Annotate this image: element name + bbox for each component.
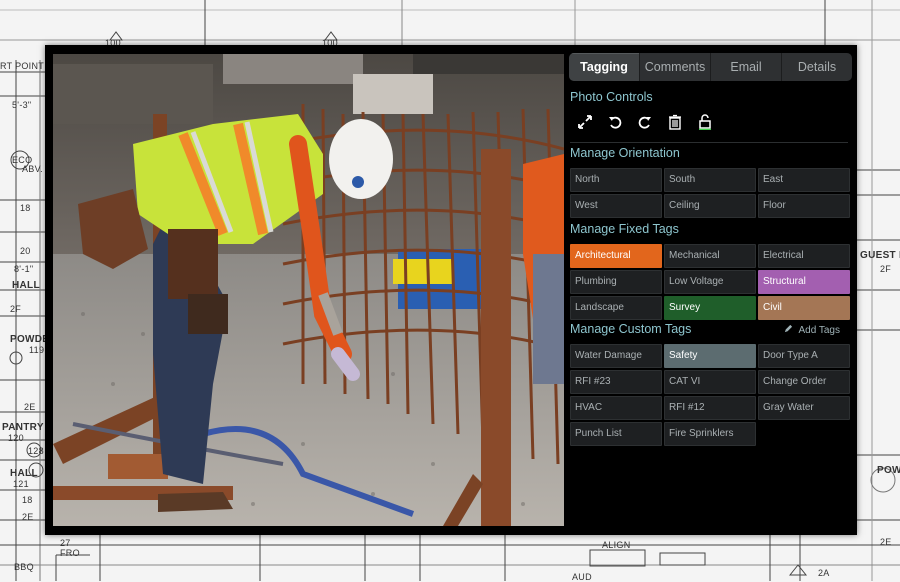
blueprint-label: HALL — [10, 468, 38, 479]
blueprint-label: RT POINT — [0, 61, 45, 71]
tab-comments[interactable]: Comments — [640, 53, 711, 81]
tag-mechanical[interactable]: Mechanical — [664, 244, 756, 268]
blueprint-label: GUEST F — [860, 250, 900, 261]
tab-details[interactable]: Details — [782, 53, 852, 81]
blueprint-label: 20 — [20, 246, 31, 256]
blueprint-label: HALL — [12, 280, 40, 291]
blueprint-label: 2A — [818, 568, 830, 578]
photo-controls-toolbar — [570, 113, 852, 131]
blueprint-label: 18 — [20, 203, 31, 213]
orientation-grid: North South East West Ceiling Floor — [570, 168, 852, 218]
blueprint-label: BBQ — [14, 562, 34, 572]
blueprint-label: 119 — [29, 345, 45, 355]
blueprint-label: 8'-1" — [14, 264, 34, 274]
tab-tagging[interactable]: Tagging — [569, 53, 640, 81]
blueprint-label: 2F — [10, 304, 22, 314]
orientation-ceiling[interactable]: Ceiling — [664, 194, 756, 218]
photo-tagging-window: Tagging Comments Email Details Photo Con… — [45, 45, 857, 535]
blueprint-label: 5'-3" — [12, 100, 32, 110]
trash-icon[interactable] — [666, 113, 684, 131]
blueprint-label: POW — [877, 465, 900, 476]
blueprint-label: 2E — [880, 537, 892, 547]
blueprint-label: 120 — [8, 433, 24, 443]
tag-low-voltage[interactable]: Low Voltage — [664, 270, 756, 294]
tab-email[interactable]: Email — [711, 53, 782, 81]
custom-tags-section: Manage Custom Tags Add Tags Water Damage… — [570, 322, 852, 446]
tag-fire-sprinklers[interactable]: Fire Sprinklers — [664, 422, 756, 446]
blueprint-label: FRO — [60, 548, 80, 558]
tag-rfi-12[interactable]: RFI #12 — [664, 396, 756, 420]
rotate-right-icon[interactable] — [636, 113, 654, 131]
tag-change-order[interactable]: Change Order — [758, 370, 850, 394]
blueprint-label: 2E — [22, 512, 34, 522]
tag-architectural[interactable]: Architectural — [570, 244, 662, 268]
orientation-east[interactable]: East — [758, 168, 850, 192]
tag-rfi-23[interactable]: RFI #23 — [570, 370, 662, 394]
tag-water-damage[interactable]: Water Damage — [570, 344, 662, 368]
fixed-tags-title: Manage Fixed Tags — [570, 222, 679, 236]
fixed-tags-section: Manage Fixed Tags Architectural Mechanic… — [570, 222, 852, 320]
construction-photo — [53, 54, 564, 526]
photo-controls-title: Photo Controls — [570, 90, 653, 104]
orientation-floor[interactable]: Floor — [758, 194, 850, 218]
blueprint-label: 2E — [24, 402, 36, 412]
blueprint-label: 2F — [880, 264, 892, 274]
photo-controls-section: Photo Controls — [570, 90, 852, 131]
worker-rebar-image — [53, 54, 564, 526]
blueprint-label: 27 — [60, 538, 71, 548]
rotate-left-icon[interactable] — [606, 113, 624, 131]
tab-bar: Tagging Comments Email Details — [569, 53, 852, 81]
orientation-section: Manage Orientation North South East West… — [570, 146, 852, 218]
custom-tags-grid: Water Damage Safety Door Type A RFI #23 … — [570, 344, 852, 446]
expand-icon[interactable] — [576, 113, 594, 131]
orientation-south[interactable]: South — [664, 168, 756, 192]
tag-gray-water[interactable]: Gray Water — [758, 396, 850, 420]
tag-hvac[interactable]: HVAC — [570, 396, 662, 420]
tag-structural[interactable]: Structural — [758, 270, 850, 294]
add-tags-label: Add Tags — [798, 324, 840, 336]
tag-cat-vi[interactable]: CAT VI — [664, 370, 756, 394]
blueprint-label: ALIGN — [602, 540, 631, 550]
fixed-tags-grid: Architectural Mechanical Electrical Plum… — [570, 244, 852, 320]
blueprint-label: PANTRY — [2, 422, 44, 433]
tag-civil[interactable]: Civil — [758, 296, 850, 320]
blueprint-label: ABV. — [22, 164, 43, 174]
orientation-title: Manage Orientation — [570, 146, 680, 160]
add-tags-button[interactable]: Add Tags — [784, 324, 840, 336]
pencil-icon — [784, 324, 793, 336]
tag-safety[interactable]: Safety — [664, 344, 756, 368]
tag-plumbing[interactable]: Plumbing — [570, 270, 662, 294]
tag-electrical[interactable]: Electrical — [758, 244, 850, 268]
tag-punch-list[interactable]: Punch List — [570, 422, 662, 446]
section-divider — [570, 142, 848, 143]
blueprint-label: 128 — [28, 446, 44, 456]
unlock-icon[interactable] — [696, 113, 714, 131]
orientation-west[interactable]: West — [570, 194, 662, 218]
tagging-panel: Tagging Comments Email Details Photo Con… — [569, 53, 852, 527]
blueprint-label: 121 — [13, 479, 29, 489]
tag-survey[interactable]: Survey — [664, 296, 756, 320]
tag-landscape[interactable]: Landscape — [570, 296, 662, 320]
tag-door-type-a[interactable]: Door Type A — [758, 344, 850, 368]
blueprint-label: POWDE — [10, 334, 50, 345]
orientation-north[interactable]: North — [570, 168, 662, 192]
blueprint-label: 18 — [22, 495, 33, 505]
